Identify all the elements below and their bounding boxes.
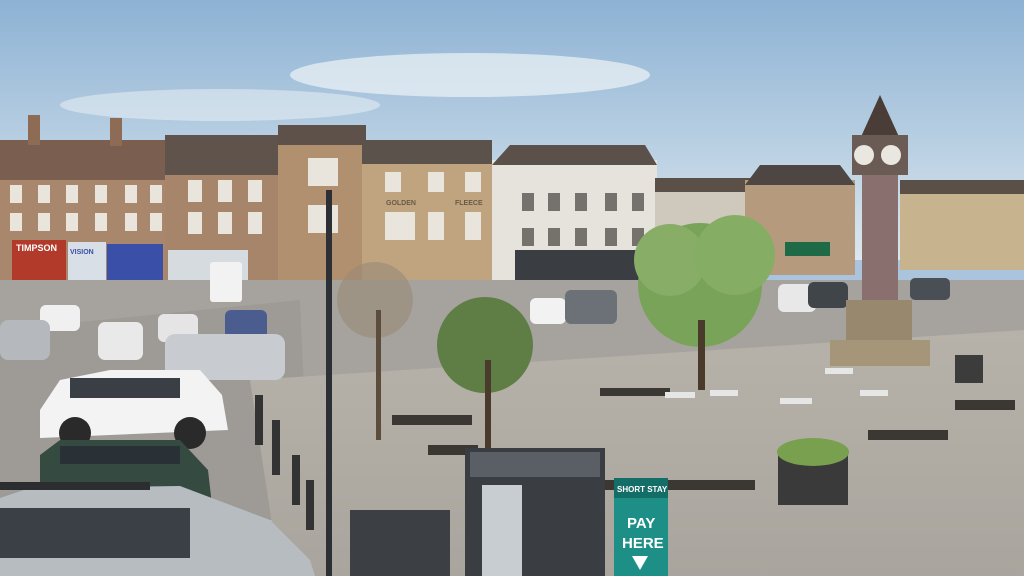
blue-shopfront: [107, 244, 163, 286]
town-square-webcam-scene: TIMPSON VISION GOLDEN FLEECE SHORT STAY …: [0, 0, 1024, 576]
scene-illustration: TIMPSON VISION GOLDEN FLEECE SHORT STAY …: [0, 0, 1024, 576]
phone-kiosk: [465, 448, 605, 576]
cloud: [290, 53, 650, 97]
parking-sign-short-stay: SHORT STAY: [617, 485, 668, 494]
parking-sign-here: HERE: [622, 535, 664, 552]
fleece-sign: FLEECE: [455, 200, 483, 207]
timpson-sign: TIMPSON: [16, 243, 57, 253]
parking-sign-pay: PAY: [627, 515, 655, 532]
clock-face-right: [881, 145, 901, 165]
clock-face-left: [854, 145, 874, 165]
parking-sign: SHORT STAY PAY HERE: [614, 478, 668, 576]
waste-bin: [350, 510, 450, 576]
white-building: [492, 145, 657, 282]
golden-sign: GOLDEN: [386, 200, 416, 207]
lamp-post: [326, 190, 332, 576]
vision-sign: VISION: [70, 249, 94, 256]
cloud: [60, 89, 380, 121]
